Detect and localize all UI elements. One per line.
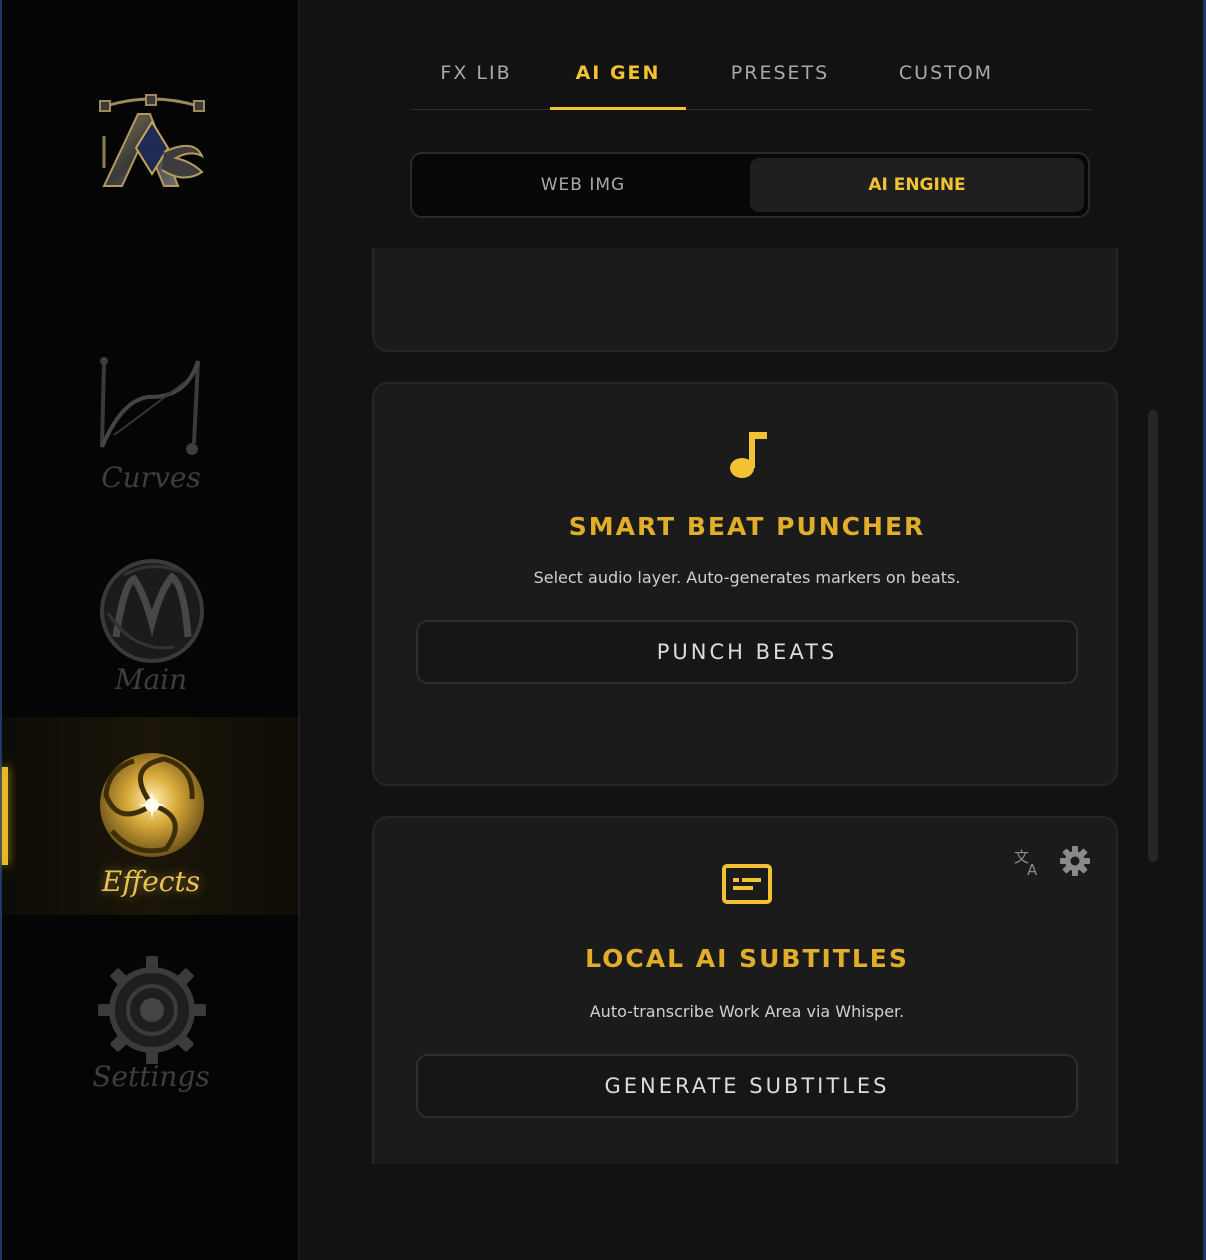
source-toggle: WEB IMG AI ENGINE bbox=[410, 152, 1090, 218]
sidebar-item-label: Settings bbox=[92, 1060, 210, 1093]
sidebar-item-curves[interactable]: Curves bbox=[2, 345, 300, 545]
tab-fx-lib[interactable]: FX LIB bbox=[430, 48, 522, 110]
generate-subtitles-button[interactable]: GENERATE SUBTITLES bbox=[416, 1054, 1078, 1118]
card-title: SMART BEAT PUNCHER bbox=[568, 512, 926, 541]
main-monogram-icon bbox=[94, 553, 210, 669]
music-note-icon bbox=[717, 424, 777, 484]
subtitles-icon bbox=[717, 854, 777, 914]
svg-text:A: A bbox=[1027, 861, 1038, 878]
curves-icon bbox=[94, 351, 210, 461]
tab-bar: FX LIB AI GEN PRESETS CUSTOM bbox=[410, 48, 1092, 110]
toggle-ai-engine[interactable]: AI ENGINE bbox=[750, 158, 1084, 212]
card-description: Auto-transcribe Work Area via Whisper. bbox=[589, 1002, 905, 1021]
scrollbar[interactable] bbox=[1148, 410, 1158, 862]
translate-icon[interactable]: 文 A bbox=[1012, 844, 1046, 879]
card-description: Select audio layer. Auto-generates marke… bbox=[533, 568, 961, 587]
app-logo bbox=[94, 92, 210, 204]
tab-presets[interactable]: PRESETS bbox=[710, 48, 850, 110]
effects-swirl-icon bbox=[94, 747, 210, 863]
sidebar-item-label: Effects bbox=[101, 865, 201, 898]
sidebar-item-label: Curves bbox=[101, 461, 201, 494]
tool-card-beat-puncher: SMART BEAT PUNCHER Select audio layer. A… bbox=[372, 382, 1118, 786]
sidebar: Curves Main Effects Settings bbox=[2, 0, 300, 1260]
punch-beats-button[interactable]: PUNCH BEATS bbox=[416, 620, 1078, 684]
tool-card-local-subtitles: 文 A LOCAL AI SUBTITLES Auto-transcribe W… bbox=[372, 816, 1118, 1164]
sidebar-item-settings[interactable]: Settings bbox=[2, 948, 300, 1148]
tab-custom[interactable]: CUSTOM bbox=[884, 48, 1008, 110]
gear-icon[interactable] bbox=[1058, 844, 1092, 878]
tools-list[interactable]: SMART BEAT PUNCHER Select audio layer. A… bbox=[372, 248, 1120, 1164]
card-title: LOCAL AI SUBTITLES bbox=[585, 944, 909, 973]
settings-gear-icon bbox=[94, 952, 210, 1068]
main-panel: FX LIB AI GEN PRESETS CUSTOM WEB IMG AI … bbox=[302, 0, 1202, 1260]
tab-ai-gen[interactable]: AI GEN bbox=[550, 48, 686, 110]
sidebar-item-label: Main bbox=[114, 663, 188, 696]
toggle-web-img[interactable]: WEB IMG bbox=[416, 158, 750, 212]
tool-card bbox=[372, 248, 1118, 352]
active-indicator bbox=[2, 767, 8, 865]
sidebar-item-effects[interactable]: Effects bbox=[2, 717, 300, 915]
sidebar-item-main[interactable]: Main bbox=[2, 545, 300, 745]
